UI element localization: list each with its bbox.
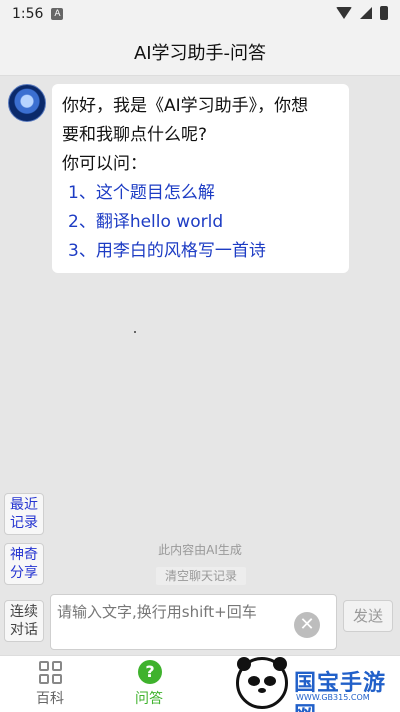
question-icon: ?: [138, 660, 162, 684]
continuous-dialog-button[interactable]: 连续 对话: [4, 600, 44, 642]
status-time: 1:56: [12, 6, 44, 22]
battery-icon: [380, 6, 388, 20]
send-button[interactable]: 发送: [343, 600, 393, 632]
panda-logo-icon: [236, 657, 288, 709]
tab-label: 问答: [135, 691, 163, 707]
message-line: 你可以问：: [62, 154, 147, 174]
recent-records-button[interactable]: 最近 记录: [4, 493, 44, 535]
suggestion-link[interactable]: 3、用李白的风格写一首诗: [62, 237, 341, 266]
app-notification-icon: A: [51, 8, 64, 20]
tab-label: 百科: [36, 691, 64, 707]
message-line: 你好，我是《AI学习助手》，你想: [62, 96, 309, 116]
message-line: 要和我聊点什么呢?: [62, 125, 208, 145]
message-input-box: ✕: [50, 594, 337, 650]
wifi-icon: [336, 7, 352, 19]
watermark-name: 国宝手游网: [294, 671, 387, 712]
stray-dot: [134, 331, 136, 333]
status-icons: [336, 6, 388, 20]
page-title: AI学习助手-问答: [133, 42, 267, 64]
button-label: 记录: [10, 515, 38, 531]
site-watermark: 国宝手游网 WWW.GB315.COM: [232, 655, 400, 712]
tab-qa[interactable]: ? 问答: [119, 656, 179, 712]
suggestion-link[interactable]: 1、这个题目怎么解: [62, 179, 341, 208]
signal-icon: [360, 7, 372, 19]
tab-encyclopedia[interactable]: 百科: [20, 656, 80, 712]
button-label: 分享: [10, 565, 38, 581]
ai-generated-note: 此内容由AI生成: [158, 543, 242, 557]
clear-input-icon[interactable]: ✕: [294, 612, 320, 638]
button-label: 对话: [10, 622, 38, 638]
robot-avatar-icon: [8, 84, 46, 122]
button-label: 连续: [10, 604, 38, 620]
watermark-url: WWW.GB315.COM: [296, 693, 370, 702]
button-label: 最近: [10, 497, 38, 513]
title-bar: AI学习助手-问答: [0, 28, 400, 76]
status-bar: 1:56 A: [0, 0, 400, 28]
grid-icon: [39, 661, 63, 685]
suggestion-link[interactable]: 2、翻译hello world: [62, 208, 341, 237]
clear-chat-button[interactable]: 清空聊天记录: [156, 567, 246, 585]
assistant-message-bubble: 你好，我是《AI学习助手》，你想 要和我聊点什么呢? 你可以问： 1、这个题目怎…: [52, 84, 349, 273]
